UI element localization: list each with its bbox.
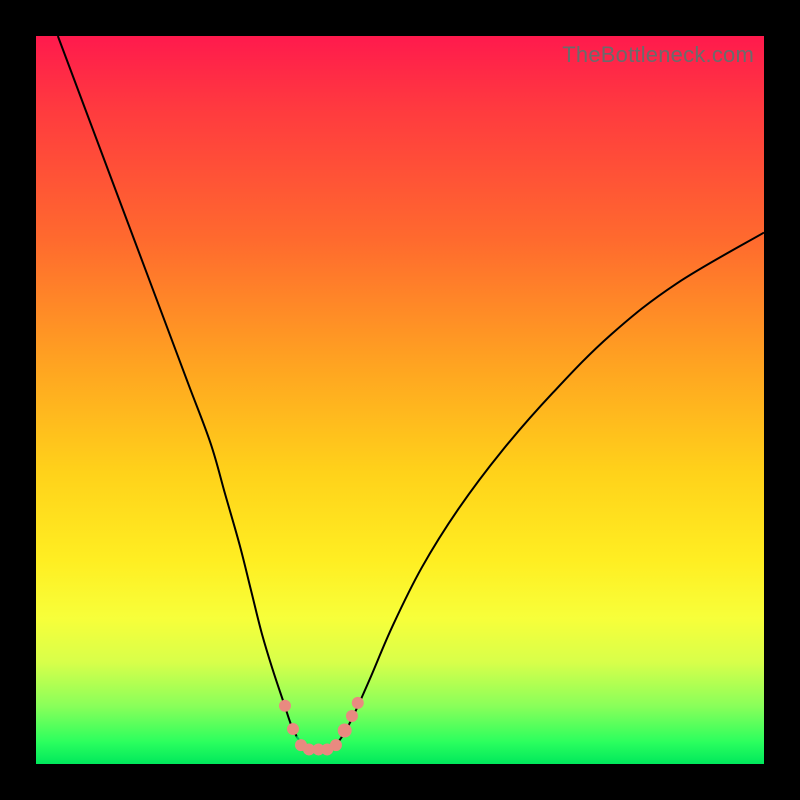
curve-right (338, 233, 764, 743)
marker-dot (279, 700, 291, 712)
plot-area: TheBottleneck.com (36, 36, 764, 764)
valley-dots (279, 697, 364, 756)
curve-left (58, 36, 297, 737)
chart-frame: TheBottleneck.com (0, 0, 800, 800)
marker-dot (330, 739, 342, 751)
marker-dot (346, 710, 358, 722)
marker-dot (287, 723, 299, 735)
marker-dot (338, 724, 352, 738)
bottleneck-curve (36, 36, 764, 764)
marker-dot (352, 697, 364, 709)
